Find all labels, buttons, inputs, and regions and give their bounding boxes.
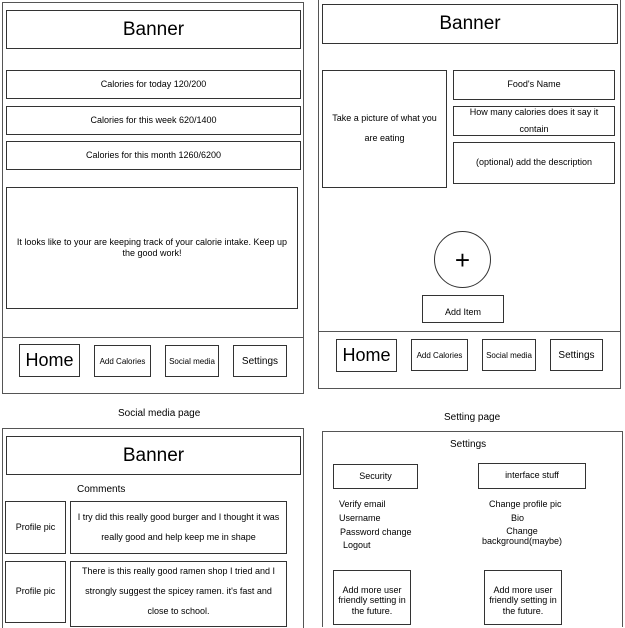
comment-text-content: There is this really good ramen shop I t… (81, 566, 276, 616)
encouragement-message: It looks like to your are keeping track … (6, 187, 298, 309)
take-picture-box[interactable]: Take a picture of what you are eating (322, 70, 447, 188)
social-banner: Banner (6, 436, 301, 475)
description-field[interactable]: (optional) add the description (453, 142, 615, 184)
encouragement-text: It looks like to your are keeping track … (16, 237, 288, 258)
interface-more-text: Add more user friendly setting in the fu… (489, 585, 557, 616)
logout-option[interactable]: Logout (343, 537, 371, 554)
add-banner: Banner (322, 4, 618, 44)
home-nav-divider (2, 337, 304, 338)
comment-text: There is this really good ramen shop I t… (70, 561, 287, 627)
comment-text: I try did this really good burger and I … (70, 501, 287, 554)
change-background-option[interactable]: Change background(maybe) (478, 524, 566, 548)
security-heading[interactable]: Security (333, 464, 418, 489)
nav-add-calories-button[interactable]: Add Calories (411, 339, 468, 371)
profile-pic[interactable]: Profile pic (5, 561, 66, 623)
comment-text-content: I try did this really good burger and I … (77, 511, 280, 542)
nav-settings-button[interactable]: Settings (233, 345, 287, 377)
calories-today: Calories for today 120/200 (6, 70, 301, 99)
interface-more-settings: Add more user friendly setting in the fu… (484, 570, 562, 625)
settings-page-caption: Setting page (444, 412, 501, 423)
calories-field[interactable]: How many calories does it say it contain (453, 106, 615, 136)
comments-label: Comments (77, 484, 126, 495)
add-nav-divider (318, 331, 621, 332)
nav-add-calories-button[interactable]: Add Calories (94, 345, 151, 377)
calories-month: Calories for this month 1260/6200 (6, 141, 301, 170)
nav-social-media-button[interactable]: Social media (165, 345, 219, 377)
change-background-label: Change background(maybe) (481, 525, 563, 546)
profile-pic[interactable]: Profile pic (5, 501, 66, 554)
social-page-caption: Social media page (118, 408, 201, 419)
nav-social-media-button[interactable]: Social media (482, 339, 536, 371)
take-picture-label: Take a picture of what you are eating (332, 113, 437, 143)
interface-heading[interactable]: interface stuff (478, 463, 586, 489)
change-profile-pic-option[interactable]: Change profile pic (489, 496, 562, 513)
nav-home-button[interactable]: Home (19, 344, 80, 377)
food-name-field[interactable]: Food's Name (453, 70, 615, 100)
security-more-settings: Add more user friendly setting in the fu… (333, 570, 411, 625)
nav-settings-button[interactable]: Settings (550, 339, 603, 371)
settings-title: Settings (450, 439, 487, 450)
add-item-button[interactable]: Add Item (422, 295, 504, 323)
security-more-text: Add more user friendly setting in the fu… (338, 585, 406, 616)
calories-week: Calories for this week 620/1400 (6, 106, 301, 135)
add-plus-button[interactable]: + (434, 231, 491, 288)
home-banner: Banner (6, 10, 301, 49)
nav-home-button[interactable]: Home (336, 339, 397, 372)
